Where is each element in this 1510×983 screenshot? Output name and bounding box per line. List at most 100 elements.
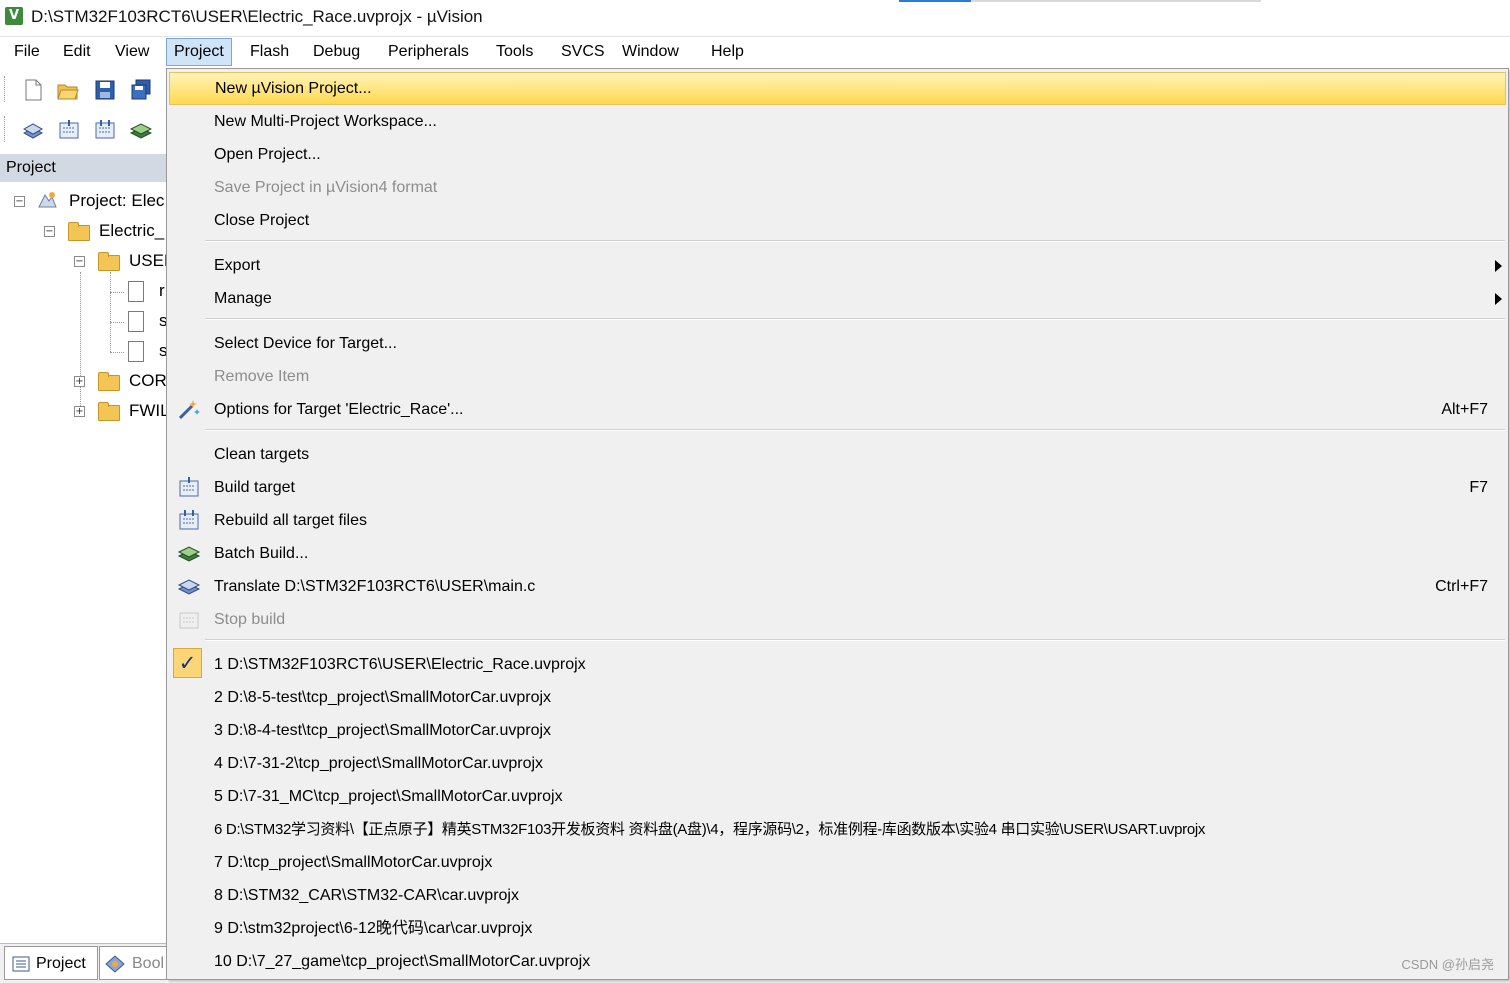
menu-item-recent-project-1[interactable]: ✓ 1 D:\STM32F103RCT6\USER\Electric_Race.… [169, 648, 1506, 681]
menu-item-export[interactable]: Export [169, 249, 1506, 282]
menu-item-select-device[interactable]: Select Device for Target... [169, 327, 1506, 360]
title-bar: V D:\STM32F103RCT6\USER\Electric_Race.uv… [0, 0, 1510, 37]
project-icon [38, 192, 57, 208]
menu-item-label: Select Device for Target... [214, 335, 397, 352]
collapse-icon[interactable]: − [14, 196, 25, 207]
menu-item-label: Options for Target 'Electric_Race'... [214, 401, 464, 418]
tree-item-user-group[interactable]: − USER [0, 248, 166, 274]
menu-item-options-for-target[interactable]: Options for Target 'Electric_Race'... Al… [169, 393, 1506, 426]
tree-item-file[interactable]: s [0, 308, 166, 334]
tree-label: Electric_ [99, 221, 165, 240]
menu-svcs[interactable]: SVCS [559, 40, 607, 64]
batch-build-icon[interactable] [130, 119, 152, 141]
collapse-icon[interactable]: − [74, 256, 85, 267]
project-menu-dropdown: New µVision Project... New Multi-Project… [166, 68, 1509, 980]
menu-item-label: 1 D:\STM32F103RCT6\USER\Electric_Race.uv… [214, 656, 586, 673]
tree-item-file[interactable]: s [0, 338, 166, 364]
tab-books[interactable]: Bool [99, 946, 166, 980]
menu-item-label: 4 D:\7-31-2\tcp_project\SmallMotorCar.uv… [214, 755, 544, 772]
menu-item-recent-project-5[interactable]: 5 D:\7-31_MC\tcp_project\SmallMotorCar.u… [169, 780, 1506, 813]
menu-item-translate[interactable]: Translate D:\STM32F103RCT6\USER\main.c C… [169, 570, 1506, 603]
translate-icon [177, 579, 201, 595]
tree-item-core-group[interactable]: + COR [0, 368, 166, 394]
tree-label: s [159, 341, 166, 360]
menu-item-label: Batch Build... [214, 545, 309, 562]
menu-item-label: 6 D:\STM32学习资料\【正点原子】精英STM32F103开发板资料 资料… [214, 821, 1206, 838]
tree-item-fwlib-group[interactable]: + FWIL [0, 398, 166, 424]
menu-separator [205, 429, 1505, 431]
menu-item-batch-build[interactable]: Batch Build... [169, 537, 1506, 570]
expand-icon[interactable]: + [74, 376, 85, 387]
collapse-icon[interactable]: − [44, 226, 55, 237]
pane-tabs: Project Bool [0, 943, 166, 983]
menu-item-close-project[interactable]: Close Project [169, 204, 1506, 237]
menu-item-label: 3 D:\8-4-test\tcp_project\SmallMotorCar.… [214, 722, 552, 739]
menu-item-label: New µVision Project... [215, 80, 372, 97]
menu-item-save-uv4: Save Project in µVision4 format [169, 171, 1506, 204]
tab-label: Bool [132, 955, 165, 972]
menu-item-new-workspace[interactable]: New Multi-Project Workspace... [169, 105, 1506, 138]
tree-item-target[interactable]: − Electric_ [0, 218, 166, 244]
menu-peripherals[interactable]: Peripherals [386, 40, 471, 64]
menu-item-recent-project-8[interactable]: 8 D:\STM32_CAR\STM32-CAR\car.uvprojx [169, 879, 1506, 912]
save-icon[interactable] [94, 79, 116, 101]
save-all-icon[interactable] [130, 79, 152, 101]
menu-tools[interactable]: Tools [494, 40, 535, 64]
menu-item-clean-targets[interactable]: Clean targets [169, 438, 1506, 471]
file-icon [128, 281, 144, 302]
menu-item-recent-project-4[interactable]: 4 D:\7-31-2\tcp_project\SmallMotorCar.uv… [169, 747, 1506, 780]
menu-flash[interactable]: Flash [248, 40, 291, 64]
target-icon [68, 222, 90, 241]
title-divider [971, 0, 1261, 2]
tree-label: FWIL [129, 401, 166, 420]
menu-item-label: Build target [214, 479, 295, 496]
new-file-icon[interactable] [22, 79, 44, 101]
translate-icon[interactable] [22, 119, 44, 141]
rebuild-icon [179, 510, 199, 530]
toolbar-grip[interactable] [4, 116, 8, 142]
menu-edit[interactable]: Edit [61, 40, 93, 64]
menu-item-recent-project-2[interactable]: 2 D:\8-5-test\tcp_project\SmallMotorCar.… [169, 681, 1506, 714]
file-toolbar [0, 70, 166, 108]
menu-item-label: Save Project in µVision4 format [214, 179, 438, 196]
open-folder-icon[interactable] [57, 79, 79, 101]
tree-item-file[interactable]: r [0, 278, 166, 304]
tree-label: s [159, 311, 166, 330]
menu-item-build-target[interactable]: Build target F7 [169, 471, 1506, 504]
menu-window[interactable]: Window [620, 40, 681, 64]
menu-item-label: Close Project [214, 212, 310, 229]
tab-project[interactable]: Project [4, 946, 98, 980]
toolbar-grip[interactable] [4, 76, 8, 102]
watermark: CSDN @孙启尧 [1401, 957, 1494, 972]
menu-item-new-project[interactable]: New µVision Project... [169, 72, 1506, 105]
menu-item-manage[interactable]: Manage [169, 282, 1506, 315]
menu-item-label: Rebuild all target files [214, 512, 367, 529]
menu-item-label: Clean targets [214, 446, 310, 463]
menu-item-recent-project-10[interactable]: 10 D:\7_27_game\tcp_project\SmallMotorCa… [169, 945, 1506, 978]
menu-view[interactable]: View [113, 40, 151, 64]
menu-debug[interactable]: Debug [311, 40, 362, 64]
menu-item-recent-project-9[interactable]: 9 D:\stm32project\6-12晚代码\car\car.uvproj… [169, 912, 1506, 945]
uvision-app-icon: V [5, 7, 23, 25]
folder-icon [98, 252, 120, 271]
rebuild-icon[interactable] [94, 119, 116, 141]
menu-help[interactable]: Help [709, 40, 746, 64]
build-icon[interactable] [58, 119, 80, 141]
window-title: D:\STM32F103RCT6\USER\Electric_Race.uvpr… [31, 7, 483, 26]
menu-item-label: 10 D:\7_27_game\tcp_project\SmallMotorCa… [214, 953, 591, 970]
menu-project[interactable]: Project [166, 38, 232, 66]
shortcut-label: F7 [1469, 479, 1488, 496]
batch-build-icon [177, 546, 201, 562]
menu-item-recent-project-3[interactable]: 3 D:\8-4-test\tcp_project\SmallMotorCar.… [169, 714, 1506, 747]
menu-item-open-project[interactable]: Open Project... [169, 138, 1506, 171]
menu-item-recent-project-6[interactable]: 6 D:\STM32学习资料\【正点原子】精英STM32F103开发板资料 资料… [169, 813, 1506, 846]
menu-separator [205, 639, 1505, 641]
menu-item-label: Translate D:\STM32F103RCT6\USER\main.c [214, 578, 536, 595]
magic-wand-icon [178, 400, 200, 420]
menu-item-recent-project-7[interactable]: 7 D:\tcp_project\SmallMotorCar.uvprojx [169, 846, 1506, 879]
menu-item-rebuild-all[interactable]: Rebuild all target files [169, 504, 1506, 537]
menu-file[interactable]: File [12, 40, 42, 64]
expand-icon[interactable]: + [74, 406, 85, 417]
tree-item-project[interactable]: − Project: Elec [0, 188, 166, 214]
file-icon [128, 341, 144, 362]
